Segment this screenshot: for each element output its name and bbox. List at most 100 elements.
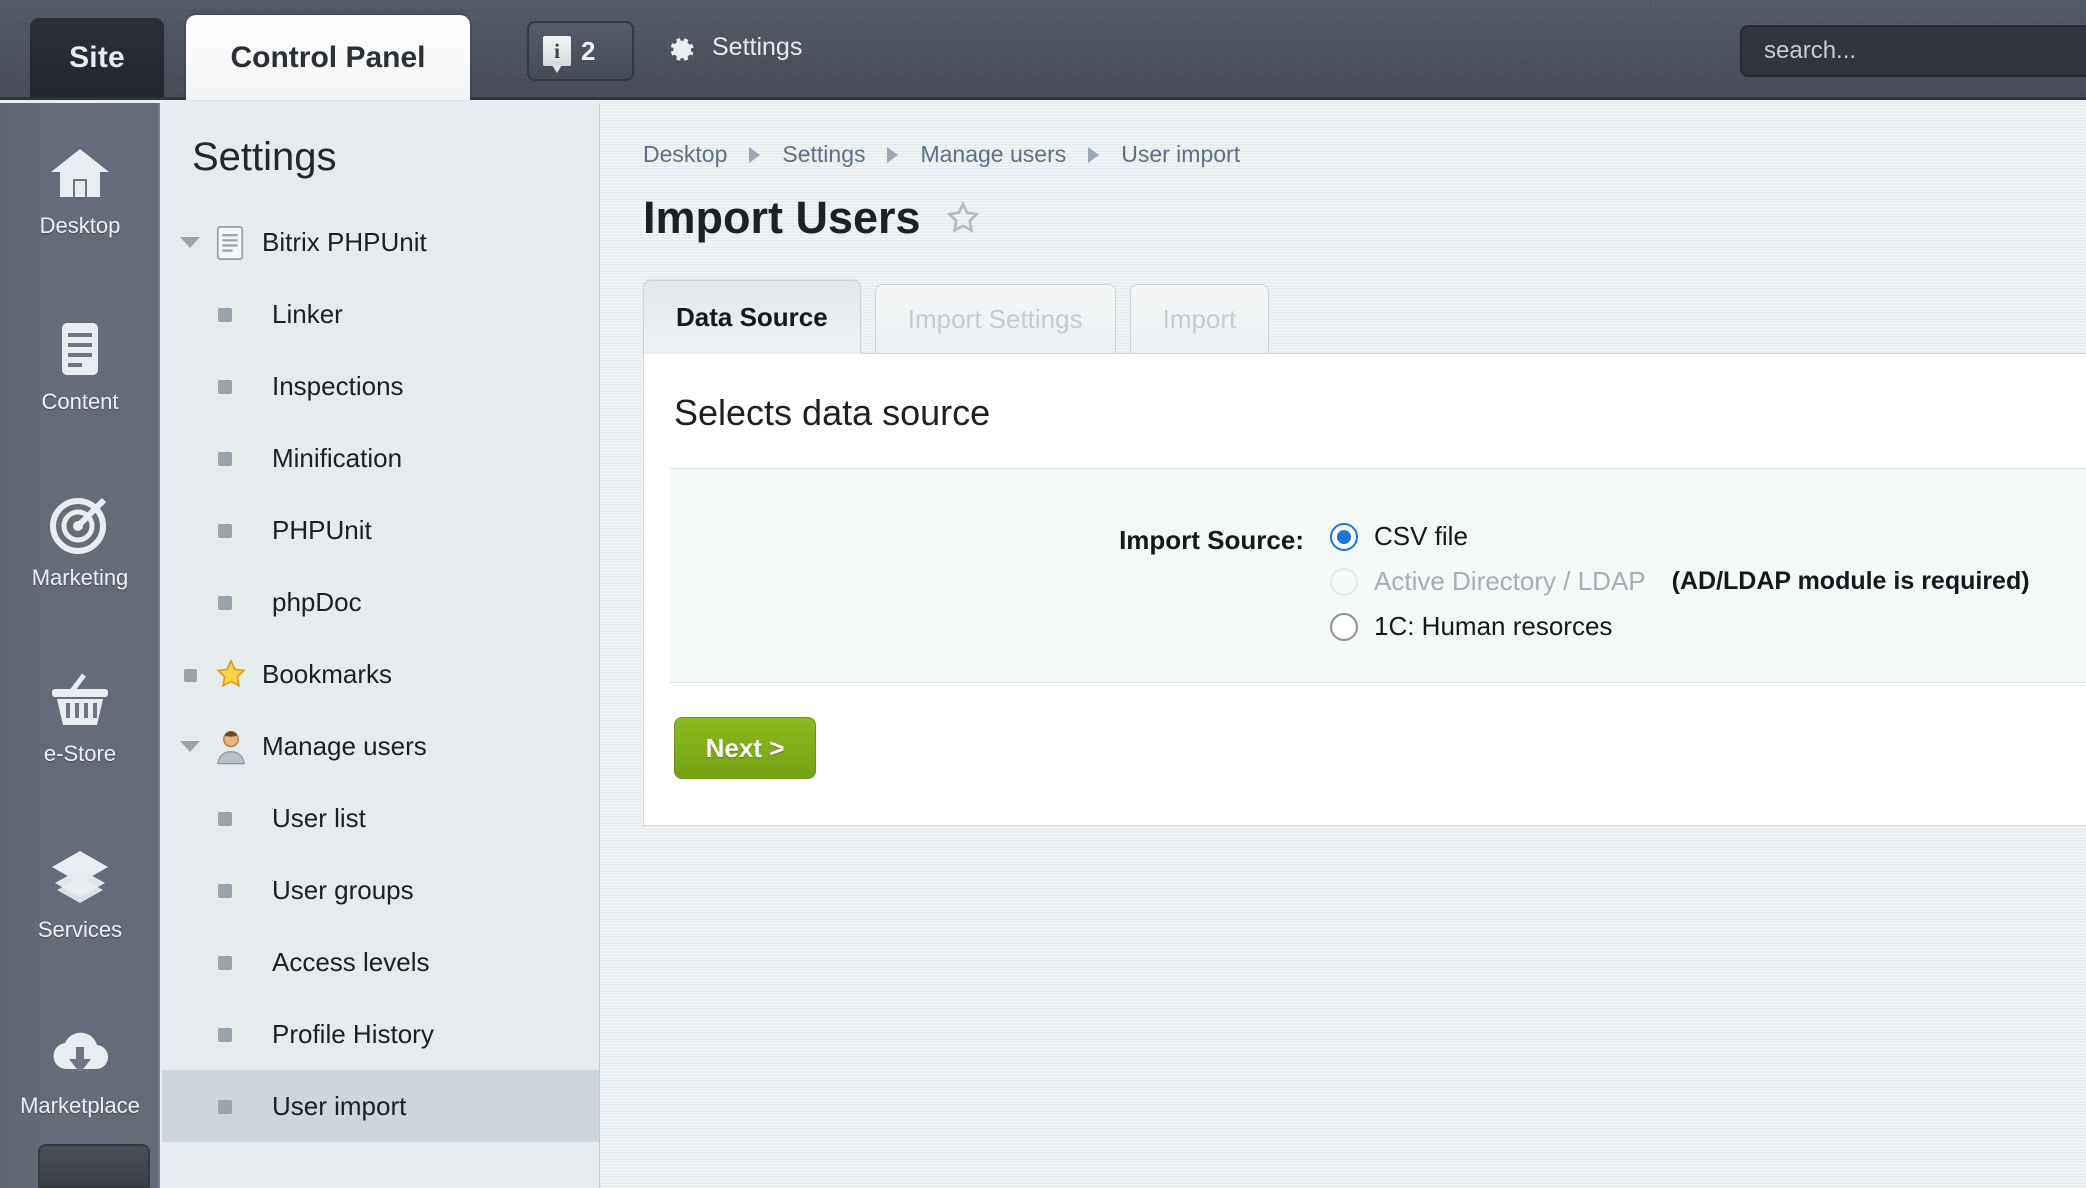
tab-site[interactable]: Site — [30, 18, 164, 97]
panel-heading: Selects data source — [674, 392, 991, 433]
tree-item-bitrix-phpunit[interactable]: Bitrix PHPUnit — [162, 206, 599, 278]
tree-item-phpdoc[interactable]: phpDoc — [162, 566, 599, 638]
breadcrumb: Desktop Settings Manage users User import — [601, 103, 2086, 168]
tree-item-manage-users[interactable]: Manage users — [162, 710, 599, 782]
tree-item-user-import[interactable]: User import — [162, 1070, 599, 1142]
tree-bullet-icon — [218, 1100, 232, 1114]
page-title-row: Import Users — [601, 168, 2086, 244]
breadcrumb-item-desktop[interactable]: Desktop — [643, 141, 727, 168]
chevron-down-icon[interactable] — [180, 735, 202, 757]
tree-item-label: User list — [272, 802, 366, 833]
import-source-fieldbox: Import Source: CSV file Active Directory … — [670, 468, 2086, 683]
wizard-tabs: Data Source Import Settings Import — [643, 280, 2086, 354]
info-badge-count: 2 — [581, 35, 596, 66]
favorite-star-icon[interactable] — [943, 198, 983, 238]
settings-link[interactable]: Settings — [712, 33, 802, 62]
tree-bullet-icon — [218, 596, 232, 610]
tree-item-access-levels[interactable]: Access levels — [162, 926, 599, 998]
sidebar-label-marketplace: Marketplace — [20, 1093, 140, 1118]
document-icon — [48, 319, 112, 379]
tree-item-user-groups[interactable]: User groups — [162, 854, 599, 926]
tree-item-profile-history[interactable]: Profile History — [162, 998, 599, 1070]
sidebar-item-desktop[interactable]: Desktop — [0, 103, 158, 279]
tree-item-bookmarks[interactable]: Bookmarks — [162, 638, 599, 710]
tab-import[interactable]: Import — [1129, 284, 1270, 354]
next-button[interactable]: Next > — [674, 717, 816, 779]
search-box[interactable] — [1740, 25, 2086, 77]
tree-item-user-list[interactable]: User list — [162, 782, 599, 854]
gear-icon[interactable] — [663, 32, 699, 68]
tab-data-source[interactable]: Data Source — [643, 280, 861, 354]
info-notifications-button[interactable]: i 2 — [527, 21, 634, 81]
radio-option-active-directory-ldap: Active Directory / LDAP (AD/LDAP module i… — [1330, 566, 2030, 597]
sidebar-collapse-handle[interactable] — [38, 1144, 150, 1188]
tree-bullet-icon — [218, 956, 232, 970]
cloud-download-icon — [48, 1023, 112, 1083]
tree-item-label: Linker — [272, 298, 343, 329]
tree-bullet-icon — [218, 452, 232, 466]
tree-node-square-icon — [184, 669, 197, 682]
user-icon — [214, 729, 248, 765]
sidebar-label-marketing: Marketing — [31, 565, 129, 590]
sidebar-item-estore[interactable]: e-Store — [0, 631, 158, 807]
tree-bullet-icon — [218, 524, 232, 538]
tree-bullet-icon — [218, 884, 232, 898]
settings-tree-panel: Settings Bitrix PHPUnit Linker Inspections… — [162, 103, 600, 1188]
chevron-down-icon[interactable] — [180, 231, 202, 253]
search-input[interactable] — [1764, 37, 2086, 65]
page-icon — [214, 225, 248, 261]
tree-item-label: User import — [272, 1090, 407, 1121]
layers-icon — [48, 847, 112, 907]
tree-item-linker[interactable]: Linker — [162, 278, 599, 350]
tree-item-label: Access levels — [272, 946, 430, 977]
tab-control-panel[interactable]: Control Panel — [186, 15, 470, 100]
tree-item-label: Minification — [272, 442, 403, 473]
import-source-label: Import Source: — [1119, 525, 1304, 555]
tree-item-label: Inspections — [272, 370, 404, 401]
target-icon — [48, 495, 112, 555]
import-source-field-row: Import Source: CSV file Active Directory … — [670, 521, 2030, 642]
tab-label: Import — [1162, 304, 1237, 334]
tree-item-label: phpDoc — [272, 586, 362, 617]
breadcrumb-separator-icon — [1088, 146, 1100, 163]
sidebar-item-content[interactable]: Content — [0, 279, 158, 455]
breadcrumb-separator-icon — [749, 146, 761, 163]
radio-label: CSV file — [1374, 521, 1468, 551]
sidebar-item-services[interactable]: Services — [0, 807, 158, 983]
tree-item-minification[interactable]: Minification — [162, 422, 599, 494]
tree-bullet-icon — [218, 380, 232, 394]
radio-option-1c-human-resorces[interactable]: 1C: Human resorces — [1330, 611, 2030, 642]
tree-item-inspections[interactable]: Inspections — [162, 350, 599, 422]
radio-option-csv-file[interactable]: CSV file — [1330, 521, 2030, 552]
tree-bullet-icon — [218, 1028, 232, 1042]
data-source-panel: Selects data source Import Source: CSV f… — [643, 353, 2086, 826]
tab-control-panel-label: Control Panel — [230, 40, 426, 74]
tab-label: Import Settings — [907, 304, 1083, 334]
radio-note: (AD/LDAP module is required) — [1671, 567, 2030, 595]
breadcrumb-item-manage-users[interactable]: Manage users — [920, 141, 1066, 168]
info-icon: i — [543, 36, 571, 73]
sidebar-item-marketing[interactable]: Marketing — [0, 455, 158, 631]
breadcrumb-item-settings[interactable]: Settings — [782, 141, 865, 168]
star-icon — [214, 657, 248, 693]
settings-tree-list: Bitrix PHPUnit Linker Inspections Minificat… — [162, 206, 599, 1142]
radio-button[interactable] — [1330, 612, 1358, 641]
tree-bullet-icon — [218, 812, 232, 826]
import-source-radio-group: CSV file Active Directory / LDAP (AD/LDAP … — [1330, 521, 2030, 642]
tree-item-label: PHPUnit — [272, 514, 372, 545]
radio-button[interactable] — [1330, 522, 1358, 551]
settings-tree-title: Settings — [192, 135, 337, 179]
breadcrumb-item-user-import[interactable]: User import — [1121, 141, 1240, 168]
sidebar-item-marketplace[interactable]: Marketplace — [0, 983, 158, 1159]
tree-item-label: Profile History — [272, 1018, 434, 1049]
radio-label: 1C: Human resorces — [1374, 611, 1613, 641]
basket-icon — [48, 671, 112, 731]
top-bar: Site Control Panel i 2 Settings — [0, 0, 2086, 100]
tab-label: Data Source — [676, 302, 828, 332]
tree-item-phpunit[interactable]: PHPUnit — [162, 494, 599, 566]
tree-item-label: Manage users — [262, 730, 427, 761]
radio-button — [1330, 567, 1358, 596]
tab-import-settings[interactable]: Import Settings — [874, 284, 1116, 354]
page-title: Import Users — [643, 192, 921, 243]
home-icon — [48, 143, 112, 203]
